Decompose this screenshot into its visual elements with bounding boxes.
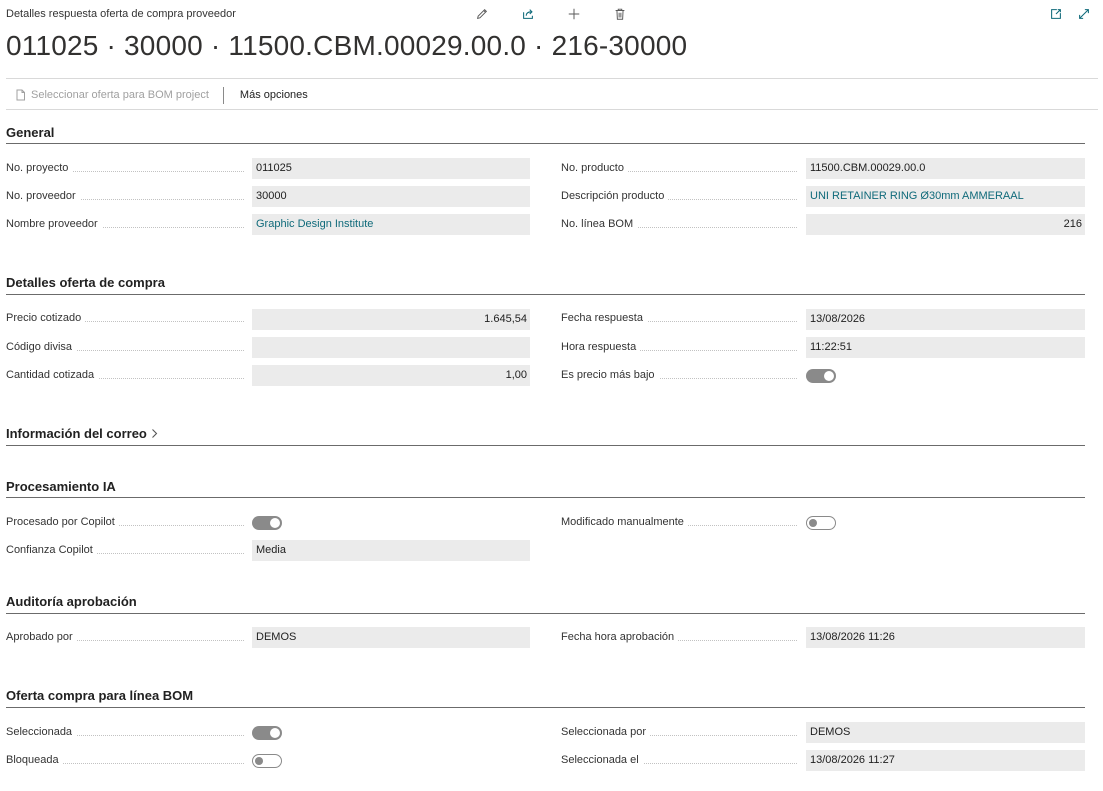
expand-icon[interactable] [1076,6,1092,22]
seleccionada-el-field[interactable]: 13/08/2026 11:27 [806,750,1085,771]
fecha-respuesta-field[interactable]: 13/08/2026 [806,309,1085,330]
hora-respuesta-label: Hora respuesta [561,341,797,355]
select-offer-label: Seleccionar oferta para BOM project [31,89,209,101]
es-precio-mas-bajo-label: Es precio más bajo [561,369,797,383]
section-correo-line [6,445,1085,446]
trash-icon[interactable] [612,6,628,22]
no-proyecto-label: No. proyecto [6,162,244,176]
section-detalles-title[interactable]: Detalles oferta de compra [6,275,165,290]
cantidad-cotizada-field[interactable]: 1,00 [252,365,530,386]
select-offer-button[interactable]: Seleccionar oferta para BOM project [15,89,209,101]
section-auditoria-line [6,613,1085,614]
more-options-button[interactable]: Más opciones [240,89,308,101]
section-detalles-line [6,294,1085,295]
aprobado-por-field[interactable]: DEMOS [252,627,530,648]
codigo-divisa-field[interactable] [252,337,530,358]
page-title: 011025 · 30000 · 11500.CBM.00029.00.0 · … [6,30,688,61]
cantidad-cotizada-label: Cantidad cotizada [6,369,244,383]
document-select-icon [16,89,25,101]
fecha-hora-aprobacion-label: Fecha hora aprobación [561,631,797,645]
open-new-window-icon[interactable] [1048,6,1064,22]
section-general-title[interactable]: General [6,125,54,140]
modificado-manualmente-label: Modificado manualmente [561,516,797,530]
modificado-manualmente-toggle[interactable] [806,516,836,530]
nombre-proveedor-link[interactable]: Graphic Design Institute [252,214,530,235]
header-divider [6,78,1098,79]
bloqueada-toggle[interactable] [252,754,282,768]
procesado-copilot-toggle[interactable] [252,516,282,530]
hora-respuesta-field[interactable]: 11:22:51 [806,337,1085,358]
aprobado-por-label: Aprobado por [6,631,244,645]
more-options-label: Más opciones [239,89,308,101]
page-caption: Detalles respuesta oferta de compra prov… [6,8,236,20]
seleccionada-por-field[interactable]: DEMOS [806,722,1085,743]
seleccionada-label: Seleccionada [6,726,244,740]
confianza-copilot-field[interactable]: Media [252,540,530,561]
pencil-icon[interactable] [474,6,490,22]
no-proveedor-field[interactable]: 30000 [252,186,530,207]
precio-cotizado-label: Precio cotizado [6,312,244,326]
no-producto-field[interactable]: 11500.CBM.00029.00.0 [806,158,1085,179]
fecha-hora-aprobacion-field[interactable]: 13/08/2026 11:26 [806,627,1085,648]
descripcion-producto-link[interactable]: UNI RETAINER RING Ø30mm AMMERAAL [806,186,1085,207]
confianza-copilot-label: Confianza Copilot [6,544,244,558]
fecha-respuesta-label: Fecha respuesta [561,312,797,326]
bloqueada-label: Bloqueada [6,754,244,768]
es-precio-mas-bajo-toggle[interactable] [806,369,836,383]
seleccionada-por-label: Seleccionada por [561,726,797,740]
no-producto-label: No. producto [561,162,797,176]
section-correo-title[interactable]: Información del correo [6,426,159,441]
section-general-line [6,143,1085,144]
action-bar: Seleccionar oferta para BOM project Más … [6,85,308,105]
codigo-divisa-label: Código divisa [6,341,244,355]
no-linea-bom-field[interactable]: 216 [806,214,1085,235]
action-separator [222,86,224,104]
seleccionada-toggle[interactable] [252,726,282,740]
actionbar-divider [6,109,1098,110]
precio-cotizado-field[interactable]: 1.645,54 [252,309,530,330]
section-correo-label: Información del correo [6,426,147,441]
no-linea-bom-label: No. línea BOM [561,218,797,232]
nombre-proveedor-label: Nombre proveedor [6,218,244,232]
section-procesamiento-line [6,497,1085,498]
section-oferta-bom-line [6,707,1085,708]
descripcion-producto-label: Descripción producto [561,190,797,204]
no-proveedor-label: No. proveedor [6,190,244,204]
no-proyecto-field[interactable]: 011025 [252,158,530,179]
share-icon[interactable] [520,6,536,22]
section-auditoria-title[interactable]: Auditoría aprobación [6,594,137,609]
plus-icon[interactable] [566,6,582,22]
chevron-right-icon [151,429,158,438]
section-procesamiento-title[interactable]: Procesamiento IA [6,479,116,494]
procesado-copilot-label: Procesado por Copilot [6,516,244,530]
section-oferta-bom-title[interactable]: Oferta compra para línea BOM [6,688,193,703]
seleccionada-el-label: Seleccionada el [561,754,797,768]
